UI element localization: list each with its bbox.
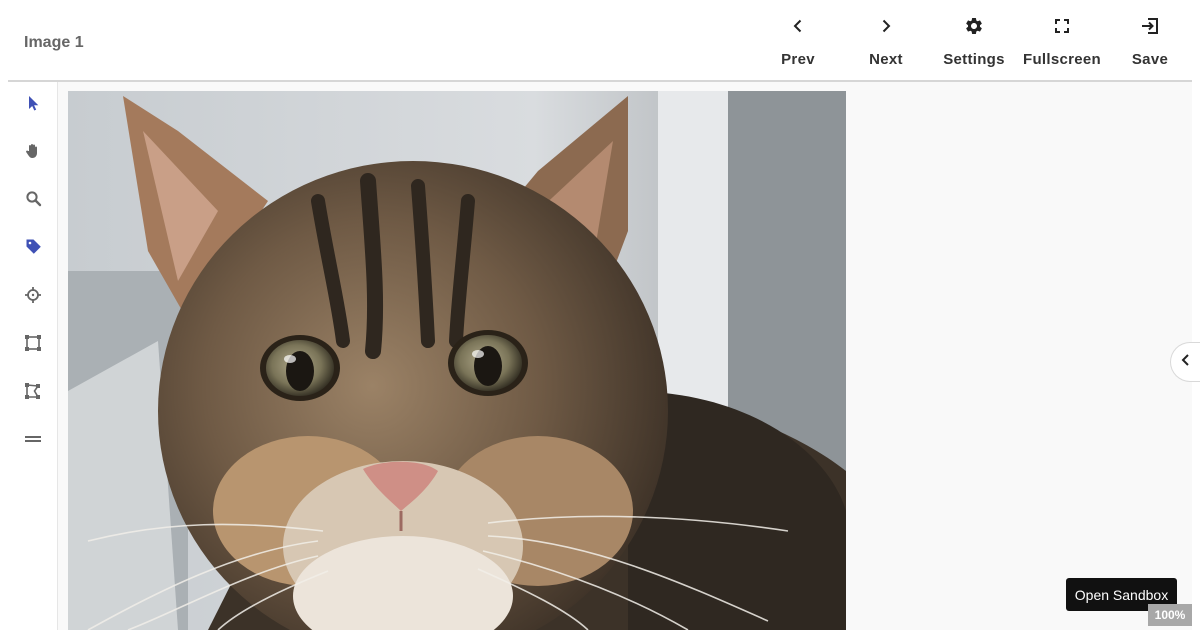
zoom-tool-button[interactable] [8, 181, 58, 221]
select-tool-button[interactable] [8, 85, 58, 125]
annotation-canvas[interactable] [58, 82, 1192, 630]
prev-label: Prev [781, 51, 815, 68]
prev-button[interactable]: Prev [754, 0, 842, 80]
save-button[interactable]: Save [1106, 0, 1194, 80]
tag-tool-button[interactable] [8, 229, 58, 269]
gear-icon [964, 16, 984, 36]
tool-sidebar [8, 82, 58, 630]
save-label: Save [1131, 51, 1169, 68]
pan-tool-button[interactable] [8, 133, 58, 173]
zoom-level-badge: 100% [1148, 604, 1192, 626]
line-tool-button[interactable] [8, 421, 58, 461]
top-toolbar: Prev Next Settings Fullscreen Save [754, 0, 1194, 80]
fullscreen-label: Fullscreen [1022, 51, 1102, 68]
polygon-tool-button[interactable] [8, 373, 58, 413]
header-bar: Image 1 Prev Next Settings Fullscreen Sa… [0, 0, 1200, 80]
cursor-arrow-icon [25, 95, 41, 116]
next-button[interactable]: Next [842, 0, 930, 80]
polygon-icon [24, 382, 42, 405]
tag-icon [25, 238, 42, 260]
point-tool-button[interactable] [8, 277, 58, 317]
settings-button[interactable]: Settings [930, 0, 1018, 80]
fullscreen-icon [1054, 16, 1070, 36]
hand-icon [24, 142, 42, 165]
chevron-left-icon [790, 16, 806, 36]
bounding-box-icon [24, 334, 42, 357]
chevron-right-icon [878, 16, 894, 36]
save-exit-icon [1140, 16, 1160, 36]
magnifier-icon [25, 190, 42, 212]
equals-icon [24, 430, 42, 453]
image-title: Image 1 [24, 34, 84, 51]
cat-image [68, 91, 846, 630]
fullscreen-button[interactable]: Fullscreen [1018, 0, 1106, 80]
box-tool-button[interactable] [8, 325, 58, 365]
crosshair-icon [24, 286, 42, 309]
chevron-left-icon [1180, 353, 1192, 372]
next-label: Next [869, 51, 903, 68]
settings-label: Settings [943, 51, 1005, 68]
